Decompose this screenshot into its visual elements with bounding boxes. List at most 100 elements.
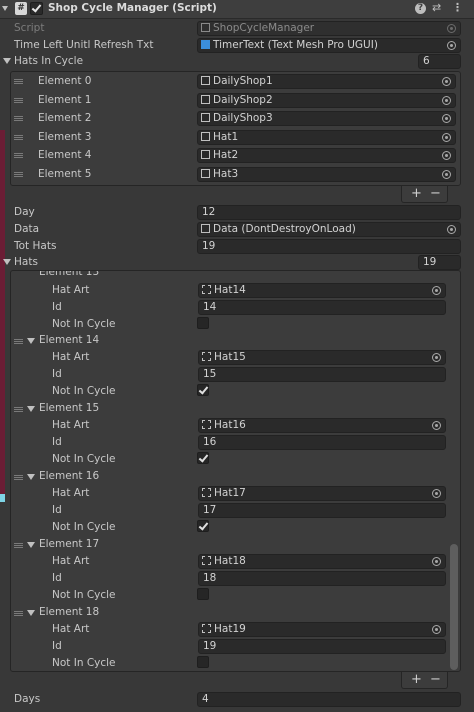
hat-art-field[interactable]: Hat15: [198, 350, 446, 365]
prefab-cube-icon: [201, 76, 210, 85]
not-in-cycle-checkbox[interactable]: [197, 656, 209, 668]
element-foldout-icon[interactable]: [27, 406, 35, 412]
drag-handle-icon[interactable]: [14, 339, 23, 344]
object-picker-icon[interactable]: [442, 77, 451, 86]
hats-in-cycle-size[interactable]: 6: [418, 54, 461, 69]
hats-scrollbar-thumb[interactable]: [450, 544, 458, 670]
id-label: Id: [52, 368, 62, 380]
object-picker-icon[interactable]: [432, 286, 441, 295]
add-element-button[interactable]: +: [411, 186, 422, 202]
hats-in-cycle-foldout-icon[interactable]: [3, 58, 11, 64]
sprite-icon: [202, 352, 211, 361]
hat-art-label: Hat Art: [52, 487, 90, 499]
element-foldout-icon[interactable]: [27, 542, 35, 548]
element-label[interactable]: Element 16: [39, 470, 99, 482]
object-picker-icon[interactable]: [432, 489, 441, 498]
element-label[interactable]: Element 15: [39, 402, 99, 414]
drag-handle-icon[interactable]: [14, 475, 23, 480]
object-picker-icon[interactable]: [432, 421, 441, 430]
context-menu-icon[interactable]: ⋮: [452, 1, 463, 14]
list-item-label: Element 5: [38, 167, 92, 180]
hat-art-field[interactable]: Hat18: [198, 554, 446, 569]
collapse-arrow-icon[interactable]: [2, 6, 8, 11]
days-field[interactable]: 4: [197, 692, 461, 707]
not-in-cycle-checkbox[interactable]: [197, 520, 209, 532]
hat-art-value: Hat17: [214, 487, 246, 499]
drag-handle-icon[interactable]: [14, 543, 23, 548]
list-item-field[interactable]: Hat1: [197, 129, 456, 145]
hats-foldout-icon[interactable]: [3, 259, 11, 265]
object-picker-icon[interactable]: [442, 114, 451, 123]
drag-handle-icon[interactable]: [14, 153, 23, 158]
id-field[interactable]: 14: [198, 300, 446, 315]
element-foldout-icon[interactable]: [27, 338, 35, 344]
id-field[interactable]: 15: [198, 367, 446, 382]
list-item-field[interactable]: Hat3: [197, 166, 456, 182]
object-picker-icon[interactable]: [447, 41, 456, 50]
element-label[interactable]: Element 13: [39, 271, 99, 278]
list-item-field[interactable]: Hat2: [197, 148, 456, 163]
id-field[interactable]: 17: [198, 503, 446, 518]
days-label: Days: [14, 693, 41, 705]
day-field[interactable]: 12: [197, 205, 461, 220]
object-picker-icon[interactable]: [432, 625, 441, 634]
object-picker-icon[interactable]: [442, 169, 451, 179]
not-in-cycle-checkbox[interactable]: [197, 317, 209, 329]
drag-handle-icon[interactable]: [14, 134, 23, 140]
timer-label: Time Left Unitl Refresh Txt: [14, 39, 154, 51]
remove-element-button[interactable]: −: [430, 672, 441, 688]
hat-art-field[interactable]: Hat17: [198, 486, 446, 501]
sprite-icon: [202, 488, 211, 497]
drag-handle-icon[interactable]: [14, 116, 23, 121]
object-picker-icon[interactable]: [442, 151, 451, 160]
hat-art-field[interactable]: Hat16: [198, 418, 446, 433]
timer-field[interactable]: TimerText (Text Mesh Pro UGUI): [197, 38, 461, 53]
add-element-button[interactable]: +: [411, 672, 422, 688]
element-label[interactable]: Element 18: [39, 606, 99, 618]
id-field[interactable]: 18: [198, 571, 446, 586]
id-label: Id: [52, 436, 62, 448]
list-item-value: DailyShop3: [213, 112, 273, 124]
drag-handle-icon[interactable]: [14, 611, 23, 616]
element-label[interactable]: Element 17: [39, 538, 99, 550]
hats-label[interactable]: Hats: [14, 256, 38, 268]
not-in-cycle-checkbox[interactable]: [197, 384, 209, 396]
help-icon[interactable]: ?: [415, 3, 426, 14]
drag-handle-icon[interactable]: [14, 97, 23, 103]
hat-art-value: Hat14: [214, 284, 246, 296]
hats-size[interactable]: 19: [418, 255, 461, 270]
not-in-cycle-checkbox[interactable]: [197, 452, 209, 464]
drag-handle-icon[interactable]: [14, 79, 23, 84]
remove-element-button[interactable]: −: [430, 186, 441, 202]
object-picker-icon[interactable]: [442, 132, 451, 142]
hats-in-cycle-label[interactable]: Hats In Cycle: [14, 55, 83, 67]
object-picker-icon[interactable]: [432, 557, 441, 566]
id-field[interactable]: 19: [198, 639, 446, 654]
list-item-label: Element 0: [38, 75, 92, 87]
object-picker-icon[interactable]: [442, 95, 451, 105]
preset-icon[interactable]: ⇄: [432, 1, 441, 14]
component-header: # Shop Cycle Manager (Script) ? ⇄ ⋮: [0, 0, 474, 19]
tot-hats-field[interactable]: 19: [197, 239, 461, 254]
element-foldout-icon[interactable]: [27, 474, 35, 480]
element-label[interactable]: Element 14: [39, 334, 99, 346]
hat-art-field[interactable]: Hat14: [198, 283, 446, 298]
not-in-cycle-checkbox[interactable]: [197, 588, 209, 600]
list-item-field[interactable]: DailyShop1: [197, 74, 456, 89]
data-field[interactable]: Data (DontDestroyOnLoad): [197, 222, 461, 237]
list-item-value: DailyShop1: [213, 75, 273, 87]
drag-handle-icon[interactable]: [14, 407, 23, 412]
hat-art-field[interactable]: Hat19: [198, 622, 446, 637]
data-label: Data: [14, 223, 40, 235]
object-picker-icon[interactable]: [447, 225, 456, 234]
enabled-checkbox[interactable]: [30, 2, 43, 15]
script-label: Script: [14, 22, 45, 34]
not-in-cycle-label: Not In Cycle: [52, 657, 116, 669]
list-item-field[interactable]: DailyShop3: [197, 111, 456, 126]
id-field[interactable]: 16: [198, 435, 446, 450]
hats-add-remove: + −: [401, 672, 448, 689]
object-picker-icon[interactable]: [432, 353, 441, 362]
element-foldout-icon[interactable]: [27, 610, 35, 616]
list-item-field[interactable]: DailyShop2: [197, 92, 456, 108]
drag-handle-icon[interactable]: [14, 171, 23, 177]
